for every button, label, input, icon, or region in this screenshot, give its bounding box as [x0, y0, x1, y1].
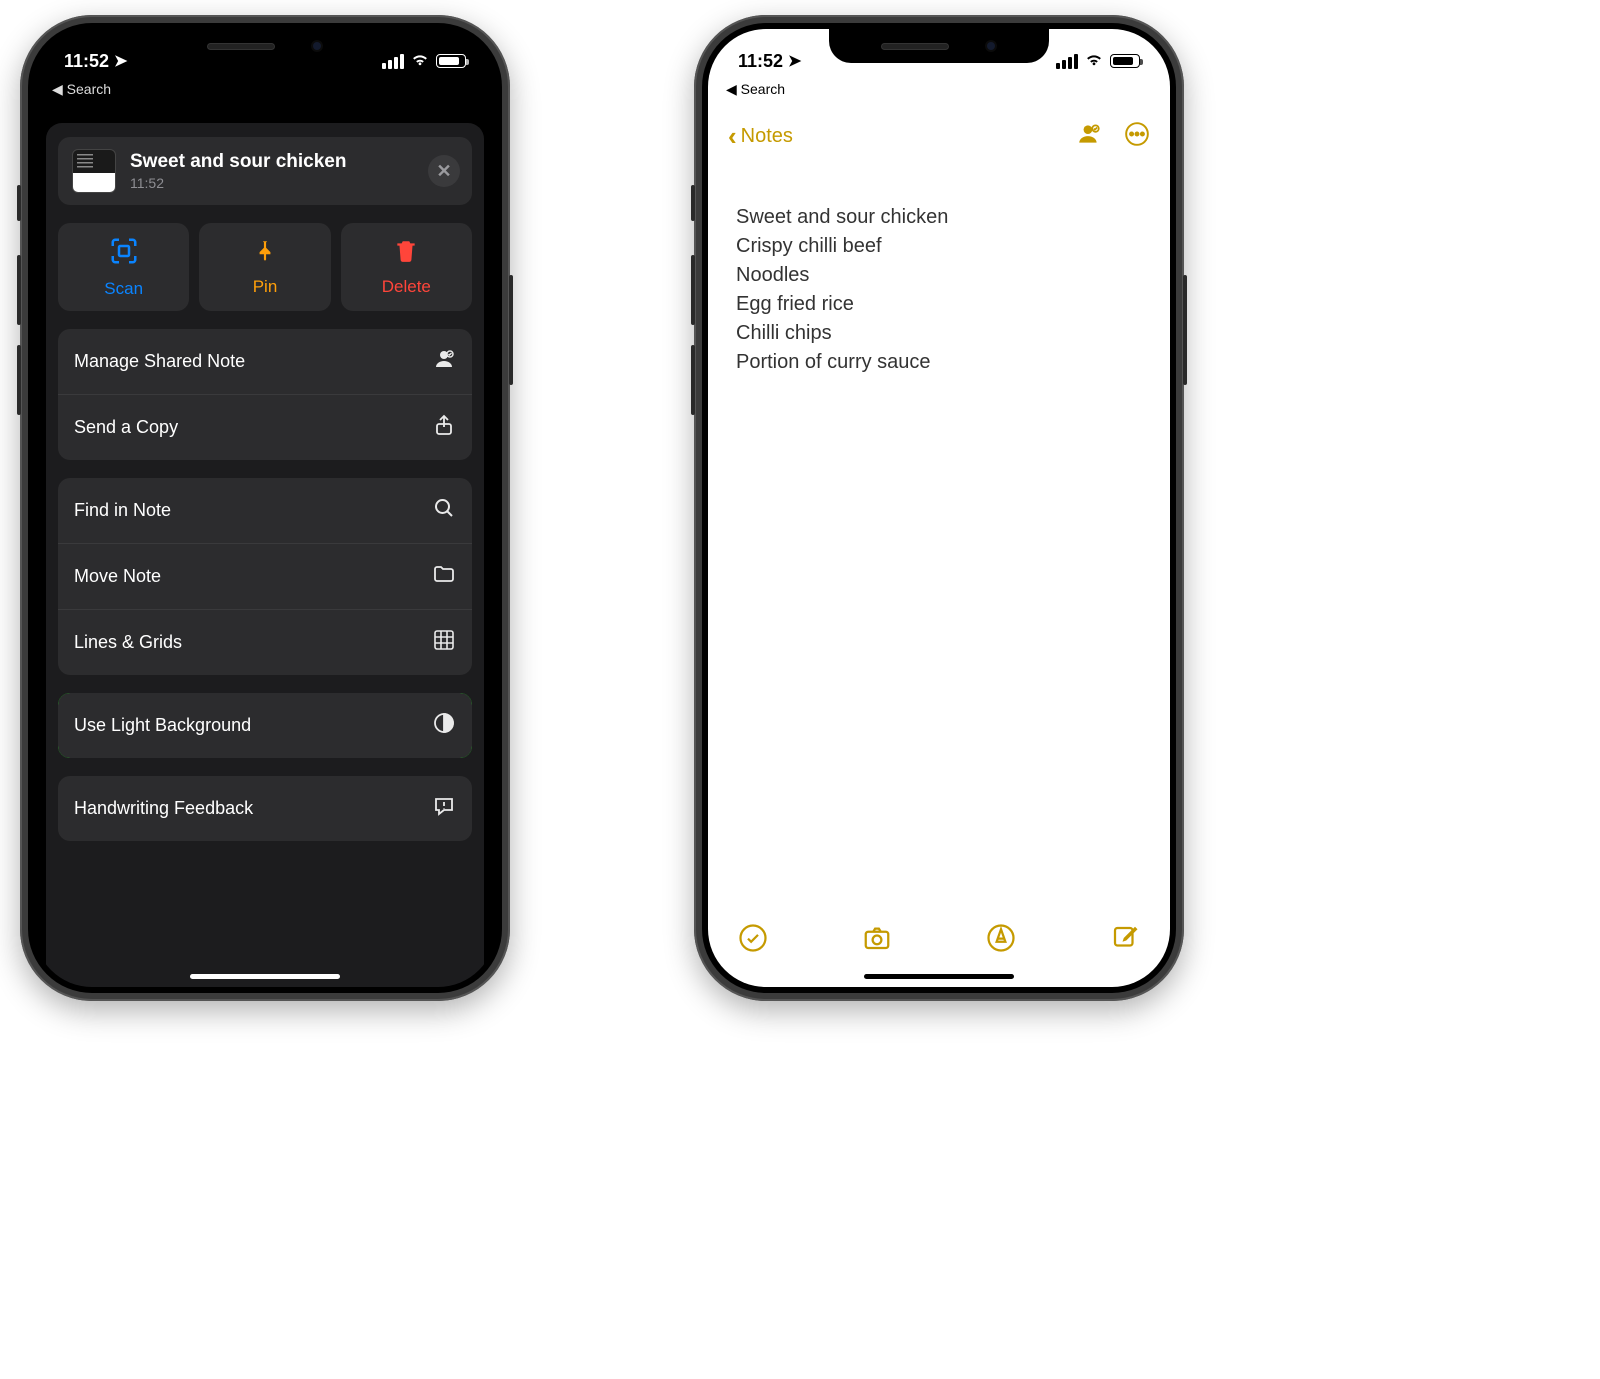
- scan-button[interactable]: Scan: [58, 223, 189, 311]
- menu-group-2: Find in Note Move Note Lines & Grids: [58, 478, 472, 675]
- sheet-title: Sweet and sour chicken: [130, 151, 346, 173]
- note-line: Noodles: [736, 261, 1142, 290]
- scan-icon: [109, 236, 139, 271]
- breadcrumb-label: Search: [67, 81, 111, 97]
- delete-button[interactable]: Delete: [341, 223, 472, 311]
- status-time: 11:52: [64, 51, 109, 72]
- markup-button[interactable]: [986, 923, 1016, 958]
- wifi-icon: [1084, 49, 1104, 74]
- close-button[interactable]: ✕: [428, 155, 460, 187]
- shared-note-icon: [432, 347, 456, 376]
- breadcrumb[interactable]: ◀ Search: [34, 79, 496, 104]
- location-arrow-icon: ➤: [788, 51, 801, 71]
- sheet-header: Sweet and sour chicken 11:52 ✕: [58, 137, 472, 205]
- trash-icon: [393, 238, 419, 269]
- note-line: Chilli chips: [736, 319, 1142, 348]
- notch: [155, 29, 375, 63]
- location-arrow-icon: ➤: [114, 51, 127, 71]
- grid-icon: [432, 628, 456, 657]
- back-label: Notes: [741, 125, 793, 148]
- note-line: Crispy chilli beef: [736, 232, 1142, 261]
- pin-icon: [252, 238, 278, 269]
- note-body[interactable]: Sweet and sour chicken Crispy chilli bee…: [708, 189, 1170, 907]
- scan-label: Scan: [104, 279, 143, 299]
- menu-group-3: Use Light Background: [58, 693, 472, 758]
- shared-indicator-icon[interactable]: [1076, 121, 1102, 152]
- breadcrumb-label: Search: [741, 81, 785, 97]
- menu-find-in-note[interactable]: Find in Note: [58, 478, 472, 543]
- menu-group-4: Handwriting Feedback: [58, 776, 472, 841]
- pin-label: Pin: [253, 277, 278, 297]
- feedback-icon: [432, 794, 456, 823]
- menu-label: Lines & Grids: [74, 632, 182, 653]
- note-line: Portion of curry sauce: [736, 348, 1142, 377]
- menu-label: Find in Note: [74, 500, 171, 521]
- search-icon: [432, 496, 456, 525]
- battery-icon: [436, 54, 466, 68]
- phone-light: 11:52 ➤ ◀ Search ‹ Notes: [694, 15, 1184, 1001]
- menu-label: Move Note: [74, 566, 161, 587]
- menu-label: Use Light Background: [74, 715, 251, 736]
- camera-button[interactable]: [862, 923, 892, 958]
- cellular-signal-icon: [382, 54, 404, 69]
- cellular-signal-icon: [1056, 54, 1078, 69]
- menu-label: Manage Shared Note: [74, 351, 245, 372]
- menu-use-light-background[interactable]: Use Light Background: [58, 693, 472, 758]
- menu-label: Handwriting Feedback: [74, 798, 253, 819]
- contrast-icon: [432, 711, 456, 740]
- share-icon: [432, 413, 456, 442]
- phone-dark: 11:52 ➤ ◀ Search Sweet an: [20, 15, 510, 1001]
- notes-nav: ‹ Notes: [708, 111, 1170, 162]
- compose-button[interactable]: [1110, 923, 1140, 958]
- sheet-subtitle: 11:52: [130, 175, 346, 191]
- note-line: Sweet and sour chicken: [736, 203, 1142, 232]
- home-indicator[interactable]: [190, 974, 340, 979]
- wifi-icon: [410, 49, 430, 74]
- menu-lines-grids[interactable]: Lines & Grids: [58, 609, 472, 675]
- chevron-left-icon: ‹: [728, 121, 737, 152]
- status-time: 11:52: [738, 51, 783, 72]
- note-line: Egg fried rice: [736, 290, 1142, 319]
- menu-manage-shared-note[interactable]: Manage Shared Note: [58, 329, 472, 394]
- menu-send-copy[interactable]: Send a Copy: [58, 394, 472, 460]
- pin-button[interactable]: Pin: [199, 223, 330, 311]
- note-thumbnail-icon: [72, 149, 116, 193]
- menu-handwriting-feedback[interactable]: Handwriting Feedback: [58, 776, 472, 841]
- breadcrumb[interactable]: ◀ Search: [708, 79, 1170, 104]
- checklist-button[interactable]: [738, 923, 768, 958]
- delete-label: Delete: [382, 277, 431, 297]
- more-button[interactable]: [1124, 121, 1150, 152]
- menu-move-note[interactable]: Move Note: [58, 543, 472, 609]
- menu-label: Send a Copy: [74, 417, 178, 438]
- action-sheet: Sweet and sour chicken 11:52 ✕ Scan: [46, 123, 484, 987]
- home-indicator[interactable]: [864, 974, 1014, 979]
- folder-icon: [432, 562, 456, 591]
- back-button[interactable]: ‹ Notes: [728, 121, 793, 152]
- notch: [829, 29, 1049, 63]
- close-icon: ✕: [436, 161, 451, 182]
- battery-icon: [1110, 54, 1140, 68]
- menu-group-1: Manage Shared Note Send a Copy: [58, 329, 472, 460]
